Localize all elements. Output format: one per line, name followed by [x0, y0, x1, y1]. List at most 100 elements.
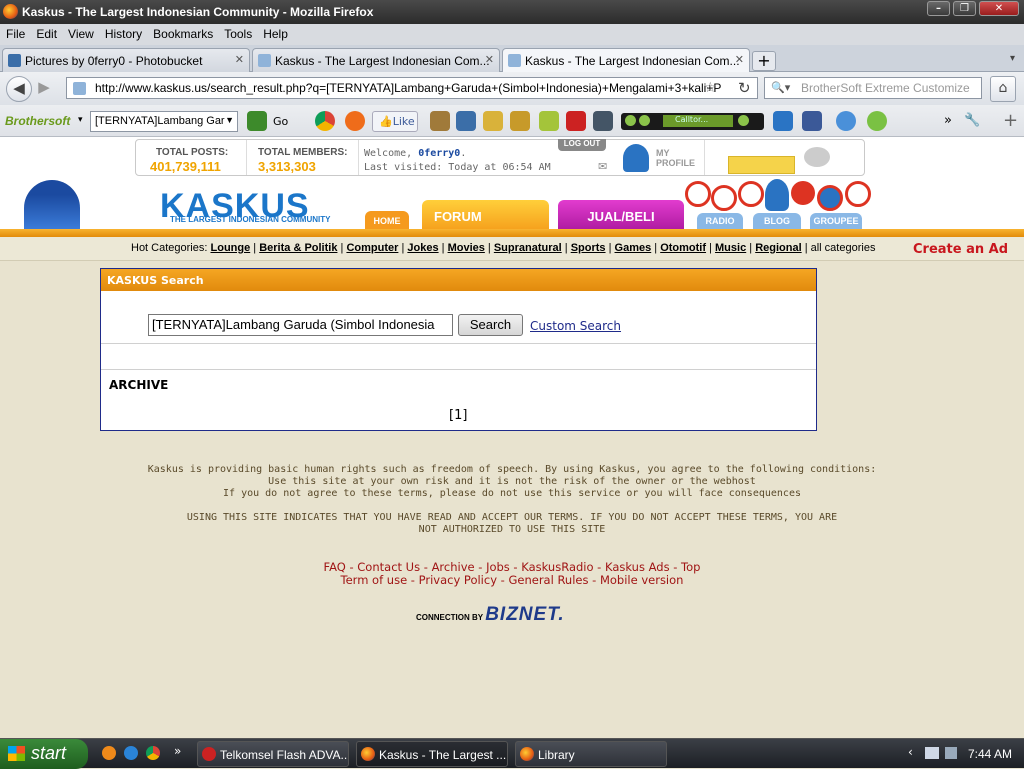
tools-icon[interactable]	[483, 111, 503, 131]
new-tab-button[interactable]: +	[752, 51, 776, 71]
back-button[interactable]: ◀	[6, 76, 32, 102]
search-engine-icon[interactable]: 🔍▾	[771, 81, 790, 94]
hot-category-berita-politik[interactable]: Berita & Politik	[259, 242, 337, 254]
wrench-icon[interactable]: 🔧	[964, 113, 980, 128]
footer-link-archive[interactable]: Archive	[432, 560, 475, 574]
game-icon[interactable]	[430, 111, 450, 131]
my-profile-link[interactable]: MY PROFILE	[656, 148, 706, 168]
nav-jualbeli-tab[interactable]: JUAL/BELI	[558, 200, 684, 229]
hot-category-computer[interactable]: Computer	[346, 242, 398, 254]
firefox-quicklaunch-icon[interactable]	[102, 746, 116, 760]
volume-tray-icon[interactable]	[945, 747, 957, 759]
brothersoft-logo[interactable]: Brothersoft	[5, 114, 70, 128]
chrome-quicklaunch-icon[interactable]	[146, 746, 160, 760]
menu-file[interactable]: File	[0, 24, 30, 41]
profile-avatar-icon[interactable]	[623, 144, 649, 172]
home-icon[interactable]: ⌂	[990, 76, 1016, 102]
menu-edit[interactable]: Edit	[30, 24, 62, 41]
close-tab-icon[interactable]: ✕	[485, 53, 494, 66]
forward-button[interactable]: ▶	[33, 76, 55, 102]
news-icon[interactable]	[593, 111, 613, 131]
trophy-icon[interactable]	[510, 111, 530, 131]
tab-photobucket[interactable]: Pictures by 0ferry0 - Photobucket ✕	[2, 48, 250, 72]
go-button[interactable]: Go	[273, 115, 288, 128]
network-tray-icon[interactable]	[925, 747, 939, 759]
facebook-icon[interactable]	[802, 111, 822, 131]
logout-button[interactable]: LOG OUT	[558, 139, 606, 151]
hot-category-music[interactable]: Music	[715, 242, 746, 254]
hot-category-regional[interactable]: Regional	[755, 242, 801, 254]
footer-link-rules[interactable]: General Rules	[508, 573, 588, 587]
search-bar[interactable]: 🔍▾ BrotherSoft Extreme Customize	[764, 77, 982, 99]
qa-icon[interactable]	[867, 111, 887, 131]
add-toolbar-icon[interactable]: +	[1003, 110, 1018, 131]
all-categories-link[interactable]: all categories	[811, 242, 876, 254]
footer-link-contact[interactable]: Contact Us	[357, 560, 420, 574]
menu-bookmarks[interactable]: Bookmarks	[147, 24, 218, 41]
dna-icon[interactable]	[773, 111, 793, 131]
username-link[interactable]: 0ferry0	[418, 148, 460, 159]
nav-home-tab[interactable]: HOME	[365, 211, 409, 229]
hot-category-supranatural[interactable]: Supranatural	[494, 242, 562, 254]
pacman-icon[interactable]	[345, 111, 365, 131]
biznet-logo[interactable]: BIZNET.	[485, 604, 564, 625]
bookmark-star-icon[interactable]: ☆	[704, 80, 717, 96]
overflow-chevron-icon[interactable]: »	[944, 113, 952, 128]
chrome-icon[interactable]	[315, 111, 335, 131]
hot-category-jokes[interactable]: Jokes	[407, 242, 438, 254]
header-search-icon[interactable]	[804, 147, 830, 167]
footer-link-ads[interactable]: Kaskus Ads	[605, 560, 670, 574]
chat-icon[interactable]	[539, 111, 559, 131]
chevron-down-icon[interactable]: ▾	[78, 115, 83, 125]
youtube-icon[interactable]	[566, 111, 586, 131]
tab-list-icon[interactable]: ▾	[1010, 53, 1015, 64]
footer-link-faq[interactable]: FAQ	[324, 560, 346, 574]
ie-quicklaunch-icon[interactable]	[124, 746, 138, 760]
chevron-down-icon[interactable]: ▼	[225, 115, 234, 125]
mail-icon[interactable]: ✉	[598, 160, 607, 173]
player-station[interactable]: Calltor...	[663, 115, 733, 127]
nav-blog-tab[interactable]: BLOG	[753, 213, 801, 229]
close-tab-icon[interactable]: ✕	[235, 53, 244, 66]
search-input[interactable]: [TERNYATA]Lambang Garuda (Simbol Indones…	[148, 314, 453, 336]
url-bar[interactable]: http://www.kaskus.us/search_result.php?q…	[66, 77, 758, 99]
minimize-button[interactable]: –	[927, 1, 950, 16]
tab-kaskus-1[interactable]: Kaskus - The Largest Indonesian Com... ✕	[252, 48, 500, 72]
header-search-input[interactable]	[728, 156, 795, 174]
menu-help[interactable]: Help	[257, 24, 293, 41]
page-number-link[interactable]: [1]	[449, 408, 467, 423]
menu-tools[interactable]: Tools	[218, 24, 257, 41]
messenger-icon[interactable]	[836, 111, 856, 131]
footer-link-radio[interactable]: KaskusRadio	[521, 560, 593, 574]
nav-forum-tab[interactable]: FORUM	[422, 200, 549, 229]
site-identity-icon[interactable]	[73, 82, 86, 95]
close-button[interactable]: ✕	[979, 1, 1019, 16]
custom-search-link[interactable]: Custom Search	[530, 319, 621, 333]
stop-icon[interactable]	[639, 115, 650, 126]
search-icon[interactable]	[247, 111, 267, 131]
footer-link-terms[interactable]: Term of use	[341, 573, 408, 587]
like-button[interactable]: 👍Like	[372, 111, 418, 132]
search-button[interactable]: Search	[458, 314, 523, 336]
nav-groupee-tab[interactable]: GROUPEE	[810, 213, 862, 229]
taskbar-item-firefox[interactable]: Kaskus - The Largest ...	[356, 741, 508, 767]
menu-history[interactable]: History	[99, 24, 147, 41]
create-ad-link[interactable]: Create an Ad	[913, 242, 1008, 257]
hot-category-otomotif[interactable]: Otomotif	[660, 242, 706, 254]
footer-link-top[interactable]: Top	[681, 560, 700, 574]
nav-radio-tab[interactable]: RADIO	[697, 213, 743, 229]
footer-link-privacy[interactable]: Privacy Policy	[419, 573, 497, 587]
footer-link-jobs[interactable]: Jobs	[486, 560, 510, 574]
toolbar-search-input[interactable]: [TERNYATA]Lambang Gar ▼	[90, 111, 238, 132]
footer-link-mobile[interactable]: Mobile version	[600, 573, 684, 587]
taskbar-item-telkomsel[interactable]: Telkomsel Flash ADVA...	[197, 741, 349, 767]
volume-icon[interactable]	[738, 115, 749, 126]
start-button[interactable]: start	[0, 739, 88, 769]
play-icon[interactable]	[625, 115, 636, 126]
close-tab-icon[interactable]: ✕	[735, 53, 744, 66]
tab-kaskus-2[interactable]: Kaskus - The Largest Indonesian Com... ✕	[502, 48, 750, 72]
calculator-icon[interactable]	[456, 111, 476, 131]
hot-category-sports[interactable]: Sports	[571, 242, 606, 254]
quicklaunch-overflow-icon[interactable]: »	[174, 744, 181, 758]
menu-view[interactable]: View	[62, 24, 99, 41]
